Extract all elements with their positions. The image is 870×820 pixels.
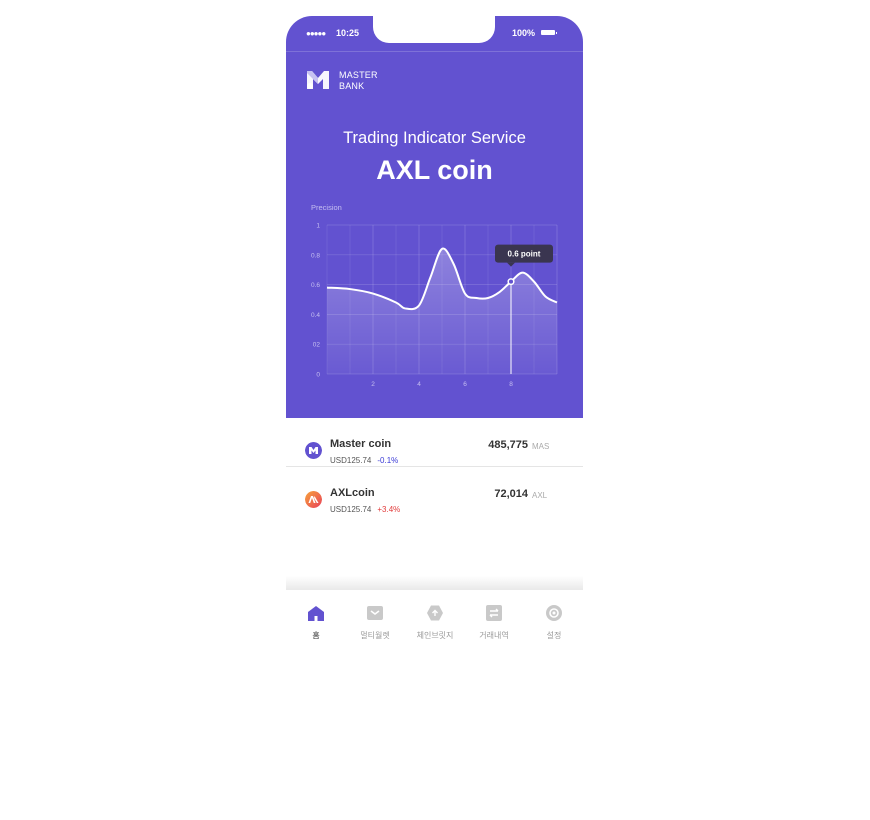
x-tick-label: 8 (509, 381, 513, 388)
tooltip: 0.6 point (495, 244, 553, 267)
y-tick-label: 0 (316, 372, 320, 379)
tab-label: 멀티월렛 (360, 631, 390, 640)
chart-area (327, 248, 557, 374)
axl-coin-icon (305, 491, 322, 508)
coin-unit: AXL (532, 491, 548, 500)
brand-line-2: BANK (339, 81, 365, 91)
y-tick-label: 0.8 (311, 252, 320, 259)
x-tick-label: 2 (371, 381, 375, 388)
y-axis-label: Precision (311, 203, 342, 212)
settings-icon (546, 605, 562, 621)
y-tick-label: 0.4 (311, 312, 320, 319)
tab-label: 홈 (312, 631, 320, 640)
tab-label: 거래내역 (479, 631, 509, 640)
coin-row-master[interactable]: Master coin USD125.74 -0.1% 485,775 MAS (286, 418, 583, 467)
bottom-tab-bar: 홈 멀티월렛 체인브릿지 거래내역 설정 (286, 590, 583, 656)
coin-name: Master coin (330, 438, 392, 450)
home-icon (308, 606, 324, 621)
y-tick-label: 02 (313, 342, 321, 349)
status-time: 10:25 (336, 28, 360, 38)
battery-icon (541, 30, 557, 35)
coin-unit: MAS (532, 442, 550, 451)
y-tick-label: 0.6 (311, 282, 320, 289)
marker-point[interactable] (507, 278, 515, 286)
coin-price: USD125.74 (330, 456, 372, 465)
coin-price-line: USD125.74 +3.4% (330, 505, 400, 514)
tab-label: 체인브릿지 (416, 631, 454, 640)
precision-chart: Precision 0 02 0.4 0.6 0.8 1 2 4 6 8 0.6 point (311, 203, 558, 388)
master-coin-icon (305, 442, 322, 459)
brand-line-1: MASTER (339, 70, 378, 80)
coin-name: AXLcoin (330, 487, 375, 499)
y-tick-label: 1 (316, 223, 320, 230)
coin-price: USD125.74 (330, 505, 372, 514)
service-title: Trading Indicator Service (343, 129, 526, 147)
x-tick-label: 6 (463, 381, 467, 388)
tooltip-label: 0.6 point (508, 250, 541, 259)
device-notch (373, 16, 495, 43)
battery-percent: 100% (512, 28, 536, 38)
transaction-icon (486, 605, 502, 621)
coin-title: AXL coin (376, 155, 493, 185)
status-divider (286, 51, 583, 52)
signal-icon: ●●●●● (306, 29, 326, 38)
brand-name: MASTER BANK (339, 70, 378, 92)
wallet-icon (367, 606, 383, 620)
x-tick-label: 4 (417, 381, 421, 388)
coin-change: +3.4% (377, 505, 401, 514)
phone-screen: ●●●●● 10:25 100% MASTER BANK Trading Ind… (286, 16, 583, 656)
chain-bridge-icon (427, 605, 443, 621)
masterbank-logo-icon (307, 71, 329, 89)
tab-label: 설정 (546, 631, 562, 640)
coin-row-axl[interactable]: AXLcoin USD125.74 +3.4% 72,014 AXL (286, 467, 583, 515)
tabbar-shadow (286, 576, 583, 590)
coin-amount: 485,775 (488, 439, 528, 451)
coin-amount: 72,014 (494, 488, 528, 500)
coin-price-line: USD125.74 -0.1% (330, 456, 398, 465)
hero-panel: ●●●●● 10:25 100% MASTER BANK Trading Ind… (286, 16, 583, 418)
coin-change: -0.1% (377, 456, 399, 465)
